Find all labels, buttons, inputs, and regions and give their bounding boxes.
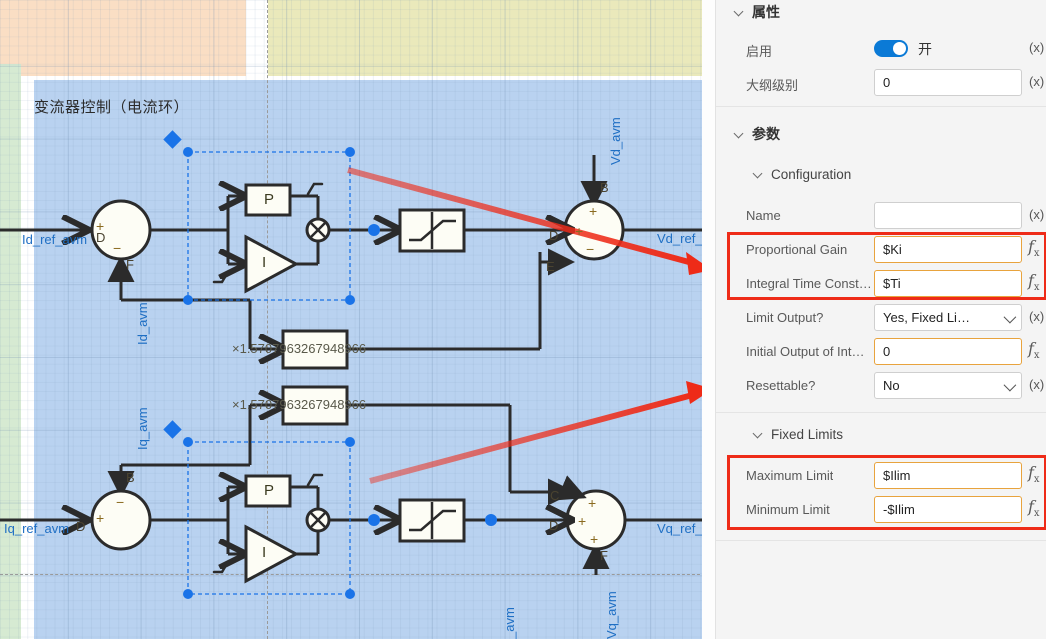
- summer-sign-minus: −: [116, 494, 125, 510]
- summer-sign-plus: +: [575, 223, 584, 239]
- expression-indicator[interactable]: (x): [1029, 40, 1044, 55]
- row-label: Name: [746, 208, 781, 223]
- summer-sign-plus: +: [589, 203, 598, 219]
- port-label-vd-avm: Vd_avm: [608, 117, 623, 165]
- chevron-down-icon: [1003, 310, 1017, 324]
- row-resettable: Resettable? No (x): [716, 370, 1046, 402]
- block-label-i: I: [262, 254, 267, 271]
- block-label-p: P: [264, 482, 275, 499]
- row-label: Resettable?: [746, 378, 816, 393]
- field-value: Yes, Fixed Li…: [883, 310, 970, 325]
- section-header-properties[interactable]: 属性: [734, 2, 780, 22]
- terminal-letter: F: [126, 257, 134, 272]
- divider: [716, 412, 1046, 413]
- chevron-down-icon: [734, 129, 745, 140]
- chevron-down-icon: [1003, 378, 1017, 392]
- port-label-avm-partial: _avm: [502, 607, 517, 639]
- row-label: Limit Output?: [746, 310, 824, 325]
- terminal-letter: B: [600, 180, 609, 195]
- name-input[interactable]: [874, 202, 1022, 229]
- row-label: 大纲级别: [746, 78, 799, 93]
- summer-sign-plus: +: [96, 218, 105, 234]
- summer-sign-plus: +: [590, 531, 599, 547]
- annotation-box-gain-params: [727, 232, 1046, 300]
- resettable-select[interactable]: No: [874, 372, 1022, 399]
- row-initial-output: Initial Output of Int… 0 fx: [716, 336, 1046, 368]
- annotation-box-limit-params: [727, 455, 1046, 530]
- port-label-vq-ref: Vq_ref_: [657, 521, 703, 536]
- field-value: 0: [883, 75, 891, 90]
- gain-label: ×1.5707963267948966: [232, 341, 367, 356]
- divider: [716, 540, 1046, 541]
- terminal-letter: D: [549, 228, 559, 243]
- fx-icon[interactable]: fx: [1028, 339, 1040, 361]
- expression-indicator[interactable]: (x): [1029, 309, 1044, 324]
- port-label-id-avm: Id_avm: [135, 302, 150, 345]
- terminal-letter: E: [546, 259, 555, 274]
- terminal-letter: D: [549, 518, 559, 533]
- row-name: Name (x): [716, 200, 1046, 232]
- summer-sign-plus: +: [588, 495, 597, 511]
- properties-panel: 属性 启用 开 (x) 大纲级别 0 (x) 参数 Configuration: [715, 0, 1046, 639]
- terminal-letter: F: [600, 548, 608, 563]
- toggle-knob: [893, 42, 906, 55]
- section-title: 参数: [752, 127, 780, 143]
- port-label-vd-ref: Vd_ref_: [657, 231, 703, 246]
- section-header-parameters[interactable]: 参数: [734, 124, 780, 144]
- group-title: Configuration: [771, 167, 852, 182]
- port-label-iq-ref-avm: Iq_ref_avm: [4, 521, 70, 536]
- summer-sign-plus: +: [578, 513, 587, 529]
- row-label: 启用: [746, 44, 773, 59]
- divider: [716, 106, 1046, 107]
- field-value: No: [883, 378, 900, 393]
- canvas-vertical-scrollbar-track[interactable]: [702, 0, 715, 639]
- chevron-down-icon: [734, 7, 745, 18]
- port-label-iq-avm: Iq_avm: [135, 407, 150, 450]
- terminal-letter: B: [126, 470, 135, 485]
- row-limit-output: Limit Output? Yes, Fixed Li… (x): [716, 302, 1046, 334]
- limit-output-select[interactable]: Yes, Fixed Li…: [874, 304, 1022, 331]
- summer-sign-minus: −: [586, 241, 595, 257]
- chevron-down-icon: [753, 429, 764, 440]
- chevron-down-icon: [753, 169, 764, 180]
- summer-sign-plus: +: [96, 510, 105, 526]
- block-label-i: I: [262, 544, 267, 561]
- port-label-vq-avm: Vq_avm: [604, 591, 619, 639]
- expression-indicator[interactable]: (x): [1029, 74, 1044, 89]
- group-header-configuration[interactable]: Configuration: [753, 167, 851, 182]
- section-title: 属性: [752, 5, 780, 21]
- row-enable: 启用 开 (x): [716, 33, 1046, 65]
- initial-output-input[interactable]: 0: [874, 338, 1022, 365]
- outline-level-input[interactable]: 0: [874, 69, 1022, 96]
- block-label-p: P: [264, 191, 275, 208]
- diagram-shapes: [0, 130, 715, 599]
- enable-toggle-state: 开: [918, 42, 932, 58]
- summer-sign-minus: −: [113, 240, 122, 256]
- group-header-fixed-limits[interactable]: Fixed Limits: [753, 427, 843, 442]
- expression-indicator[interactable]: (x): [1029, 207, 1044, 222]
- diagram-canvas[interactable]: 变流器控制（电流环） Id_ref_avm Iq_ref_avm Id_avm …: [0, 0, 715, 639]
- enable-toggle[interactable]: [874, 40, 908, 57]
- row-outline-level: 大纲级别 0 (x): [716, 67, 1046, 99]
- terminal-letter: D: [76, 519, 86, 534]
- row-label: Initial Output of Int…: [746, 344, 865, 359]
- field-value: 0: [883, 344, 891, 359]
- port-label-id-ref-avm: Id_ref_avm: [22, 232, 88, 247]
- gain-label: ×1.5707963267948966: [232, 397, 367, 412]
- expression-indicator[interactable]: (x): [1029, 377, 1044, 392]
- terminal-letter: C: [550, 488, 560, 503]
- group-title: Fixed Limits: [771, 427, 844, 442]
